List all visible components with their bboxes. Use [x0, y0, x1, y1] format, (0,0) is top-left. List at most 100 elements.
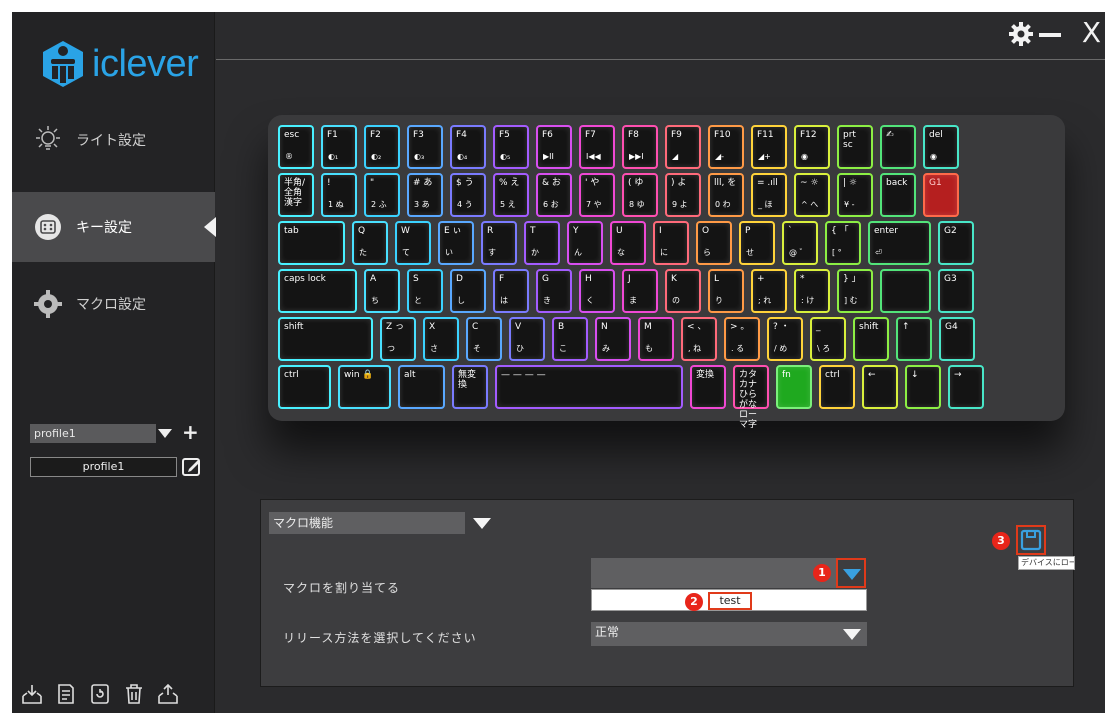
key[interactable]: F10 ◢-	[708, 125, 744, 169]
key[interactable]: ' や 7 や	[579, 173, 615, 217]
key[interactable]: lll, を 0 わ	[708, 173, 744, 217]
profile-select[interactable]: profile1	[30, 424, 156, 443]
key[interactable]: _ \ ろ	[810, 317, 846, 361]
key[interactable]: Gき	[536, 269, 572, 313]
key[interactable]: G2	[938, 221, 974, 265]
macro-dropdown-button[interactable]	[836, 558, 866, 588]
key[interactable]: Iに	[653, 221, 689, 265]
key[interactable]: Xさ	[423, 317, 459, 361]
key[interactable]: G1	[923, 173, 959, 217]
edit-icon[interactable]	[182, 456, 202, 476]
key[interactable]: ! 1 ぬ	[321, 173, 357, 217]
key[interactable]: G3	[938, 269, 974, 313]
key[interactable]: win 🔒	[338, 365, 391, 409]
import-icon[interactable]	[20, 682, 44, 706]
key[interactable]: Bこ	[552, 317, 588, 361]
profile-dropdown-arrow-icon[interactable]	[158, 429, 172, 438]
key[interactable]: tab	[278, 221, 345, 265]
key[interactable]: *: け	[794, 269, 830, 313]
key[interactable]: Pせ	[739, 221, 775, 265]
key[interactable]: < 、 , ね	[681, 317, 717, 361]
key[interactable]: ( ゆ 8 ゆ	[622, 173, 658, 217]
key[interactable]: F2 ◐₂	[364, 125, 400, 169]
key[interactable]: F11 ◢+	[751, 125, 787, 169]
key[interactable]: ) よ 9 よ	[665, 173, 701, 217]
key[interactable]: Jま	[622, 269, 658, 313]
key[interactable]: enter ⏎	[868, 221, 931, 265]
key[interactable]: Cそ	[466, 317, 502, 361]
key[interactable]: = .ıll _ ほ	[751, 173, 787, 217]
key[interactable]: } 」] む	[837, 269, 873, 313]
key[interactable]: $ う 4 う	[450, 173, 486, 217]
key[interactable]: fn	[776, 365, 812, 409]
key[interactable]: ctrl	[278, 365, 331, 409]
key[interactable]: Mも	[638, 317, 674, 361]
key[interactable]: ↑	[896, 317, 932, 361]
key[interactable]: ctrl	[819, 365, 855, 409]
key[interactable]: & お 6 お	[536, 173, 572, 217]
export-icon[interactable]	[156, 682, 180, 706]
key[interactable]: Z っつ	[380, 317, 416, 361]
key[interactable]: F7 I◀◀	[579, 125, 615, 169]
profile-add-button[interactable]: +	[182, 422, 199, 442]
key[interactable]: ←	[862, 365, 898, 409]
key[interactable]: Dし	[450, 269, 486, 313]
key[interactable]: F12 ◉	[794, 125, 830, 169]
minimize-button[interactable]	[1039, 33, 1061, 37]
key[interactable]: Uな	[610, 221, 646, 265]
key[interactable]: shift	[853, 317, 889, 361]
key[interactable]: 半角/全角漢字	[278, 173, 314, 217]
key[interactable]: ` @ ゛	[782, 221, 818, 265]
key[interactable]: % え 5 え	[493, 173, 529, 217]
key[interactable]: Rす	[481, 221, 517, 265]
key[interactable]: Hく	[579, 269, 615, 313]
nav-key-settings[interactable]: キー設定	[12, 192, 216, 262]
profile-name-field[interactable]: profile1	[30, 457, 177, 477]
key[interactable]: shift	[278, 317, 373, 361]
key[interactable]: caps lock	[278, 269, 357, 313]
function-dropdown-arrow-icon[interactable]	[473, 518, 491, 529]
key[interactable]: " 2 ふ	[364, 173, 400, 217]
key[interactable]: F1 ◐₁	[321, 125, 357, 169]
key[interactable]: | ☼ ¥ -	[837, 173, 873, 217]
macro-select-field[interactable]	[591, 558, 837, 588]
key[interactable]: Kの	[665, 269, 701, 313]
key[interactable]: esc ®	[278, 125, 314, 169]
key[interactable]: F4 ◐₄	[450, 125, 486, 169]
key[interactable]: > 。 . る	[724, 317, 760, 361]
key[interactable]: Tか	[524, 221, 560, 265]
settings-gear-icon[interactable]	[1009, 22, 1033, 46]
key[interactable]: { 「 [ °	[825, 221, 861, 265]
key[interactable]: G4	[939, 317, 975, 361]
key[interactable]: Fは	[493, 269, 529, 313]
key[interactable]	[880, 269, 931, 313]
key[interactable]: 変換	[690, 365, 726, 409]
key[interactable]: del ◉	[923, 125, 959, 169]
nav-macro-settings[interactable]: マクロ設定	[12, 269, 215, 339]
key[interactable]: F8 ▶▶I	[622, 125, 658, 169]
key[interactable]: F3 ◐₃	[407, 125, 443, 169]
key[interactable]: # あ 3 あ	[407, 173, 443, 217]
key[interactable]: F9 ◢	[665, 125, 701, 169]
key[interactable]: Sと	[407, 269, 443, 313]
load-to-device-button[interactable]	[1016, 525, 1046, 555]
key[interactable]: Wて	[395, 221, 431, 265]
close-button[interactable]: X	[1082, 16, 1101, 49]
key[interactable]: カタカナひらがなローマ字	[733, 365, 769, 430]
key[interactable]: ~ ☼ ^ へ	[794, 173, 830, 217]
key[interactable]: Lり	[708, 269, 744, 313]
key[interactable]: 無変換	[452, 365, 488, 409]
release-dropdown-button[interactable]	[837, 622, 867, 646]
release-method-select[interactable]: 正常	[591, 622, 837, 646]
key[interactable]: ↓	[905, 365, 941, 409]
key[interactable]: F5 ◐₅	[493, 125, 529, 169]
key[interactable]: →	[948, 365, 984, 409]
refresh-file-icon[interactable]	[88, 682, 112, 706]
function-select[interactable]: マクロ機能	[269, 512, 465, 534]
key[interactable]: ✍	[880, 125, 916, 169]
key[interactable]: alt	[398, 365, 445, 409]
key[interactable]: + ; れ	[751, 269, 787, 313]
key[interactable]: F6 ▶II	[536, 125, 572, 169]
key[interactable]: Vひ	[509, 317, 545, 361]
key[interactable]: back	[880, 173, 916, 217]
